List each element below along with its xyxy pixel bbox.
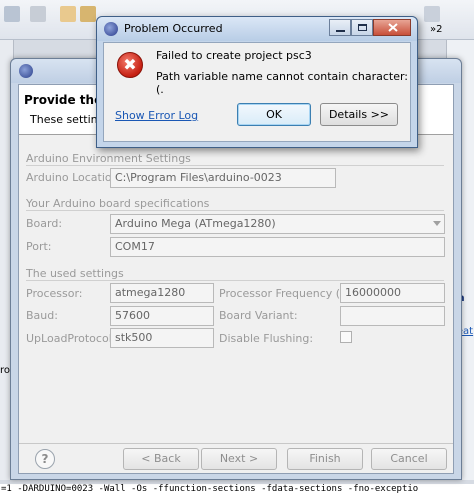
location-field[interactable]: C:\Program Files\arduino-0023: [110, 168, 336, 188]
variant-label: Board Variant:: [219, 309, 298, 322]
upload-protocol-label: UpLoadProtocol:: [26, 332, 116, 345]
back-button[interactable]: < Back: [123, 448, 199, 470]
minimize-button[interactable]: [329, 19, 351, 36]
show-error-log-link[interactable]: Show Error Log: [115, 109, 198, 122]
cancel-button[interactable]: Cancel: [371, 448, 447, 470]
finish-button[interactable]: Finish: [287, 448, 363, 470]
chevron-down-icon: [433, 221, 441, 226]
maximize-icon: [358, 24, 367, 31]
eclipse-icon: [19, 64, 33, 78]
toolbar-tool-icon[interactable]: [30, 6, 46, 22]
error-detail: Path variable name cannot contain charac…: [156, 70, 409, 96]
disable-flushing-label: Disable Flushing:: [219, 332, 314, 345]
port-field[interactable]: COM17: [110, 237, 445, 257]
frequency-field[interactable]: 16000000: [340, 283, 445, 303]
baud-field[interactable]: 57600: [110, 306, 214, 326]
maximize-button[interactable]: [351, 19, 373, 36]
toolbar-tool-icon[interactable]: [60, 6, 76, 22]
divider: [26, 210, 444, 211]
problem-dialog: Problem Occurred ✖ Failed to create proj…: [96, 16, 418, 148]
divider: [26, 280, 444, 281]
board-section-label: Your Arduino board specifications: [26, 197, 210, 210]
processor-field[interactable]: atmega1280: [110, 283, 214, 303]
baud-label: Baud:: [26, 309, 58, 322]
variant-field[interactable]: [340, 306, 445, 326]
left-panel-text: ro: [0, 365, 11, 376]
eclipse-icon: [104, 22, 118, 36]
toolbar-tool-icon[interactable]: [80, 6, 96, 22]
toolbar-tool-icon[interactable]: [4, 6, 20, 22]
ok-button[interactable]: OK: [237, 103, 311, 126]
details-button[interactable]: Details >>: [320, 103, 398, 126]
port-label: Port:: [26, 240, 52, 253]
upload-protocol-field[interactable]: stk500: [110, 328, 214, 348]
board-select-value: Arduino Mega (ATmega1280): [115, 217, 276, 230]
close-icon: [388, 23, 398, 32]
tab-overflow-indicator[interactable]: »2: [430, 24, 442, 35]
used-section-label: The used settings: [26, 267, 124, 280]
board-label: Board:: [26, 217, 63, 230]
divider: [19, 443, 453, 444]
location-label: Arduino Location: [26, 171, 119, 184]
next-button[interactable]: Next >: [201, 448, 277, 470]
processor-label: Processor:: [26, 287, 83, 300]
minimize-icon: [336, 30, 345, 32]
error-icon: ✖: [117, 52, 143, 78]
dialog-titlebar[interactable]: Problem Occurred: [97, 17, 417, 41]
help-icon[interactable]: ?: [35, 449, 55, 469]
console-output: =1 -DARDUINO=0023 -Wall -Os -ffunction-s…: [0, 484, 474, 495]
error-message: Failed to create project psc3: [156, 49, 312, 62]
dialog-body: ✖ Failed to create project psc3 Path var…: [103, 42, 411, 142]
toolbar-tool-icon[interactable]: [424, 6, 440, 22]
env-section-label: Arduino Environment Settings: [26, 152, 191, 165]
board-select[interactable]: Arduino Mega (ATmega1280): [110, 214, 445, 234]
disable-flushing-checkbox[interactable]: [340, 331, 352, 343]
close-button[interactable]: [373, 19, 411, 36]
divider: [26, 165, 444, 166]
dialog-title: Problem Occurred: [124, 22, 223, 35]
